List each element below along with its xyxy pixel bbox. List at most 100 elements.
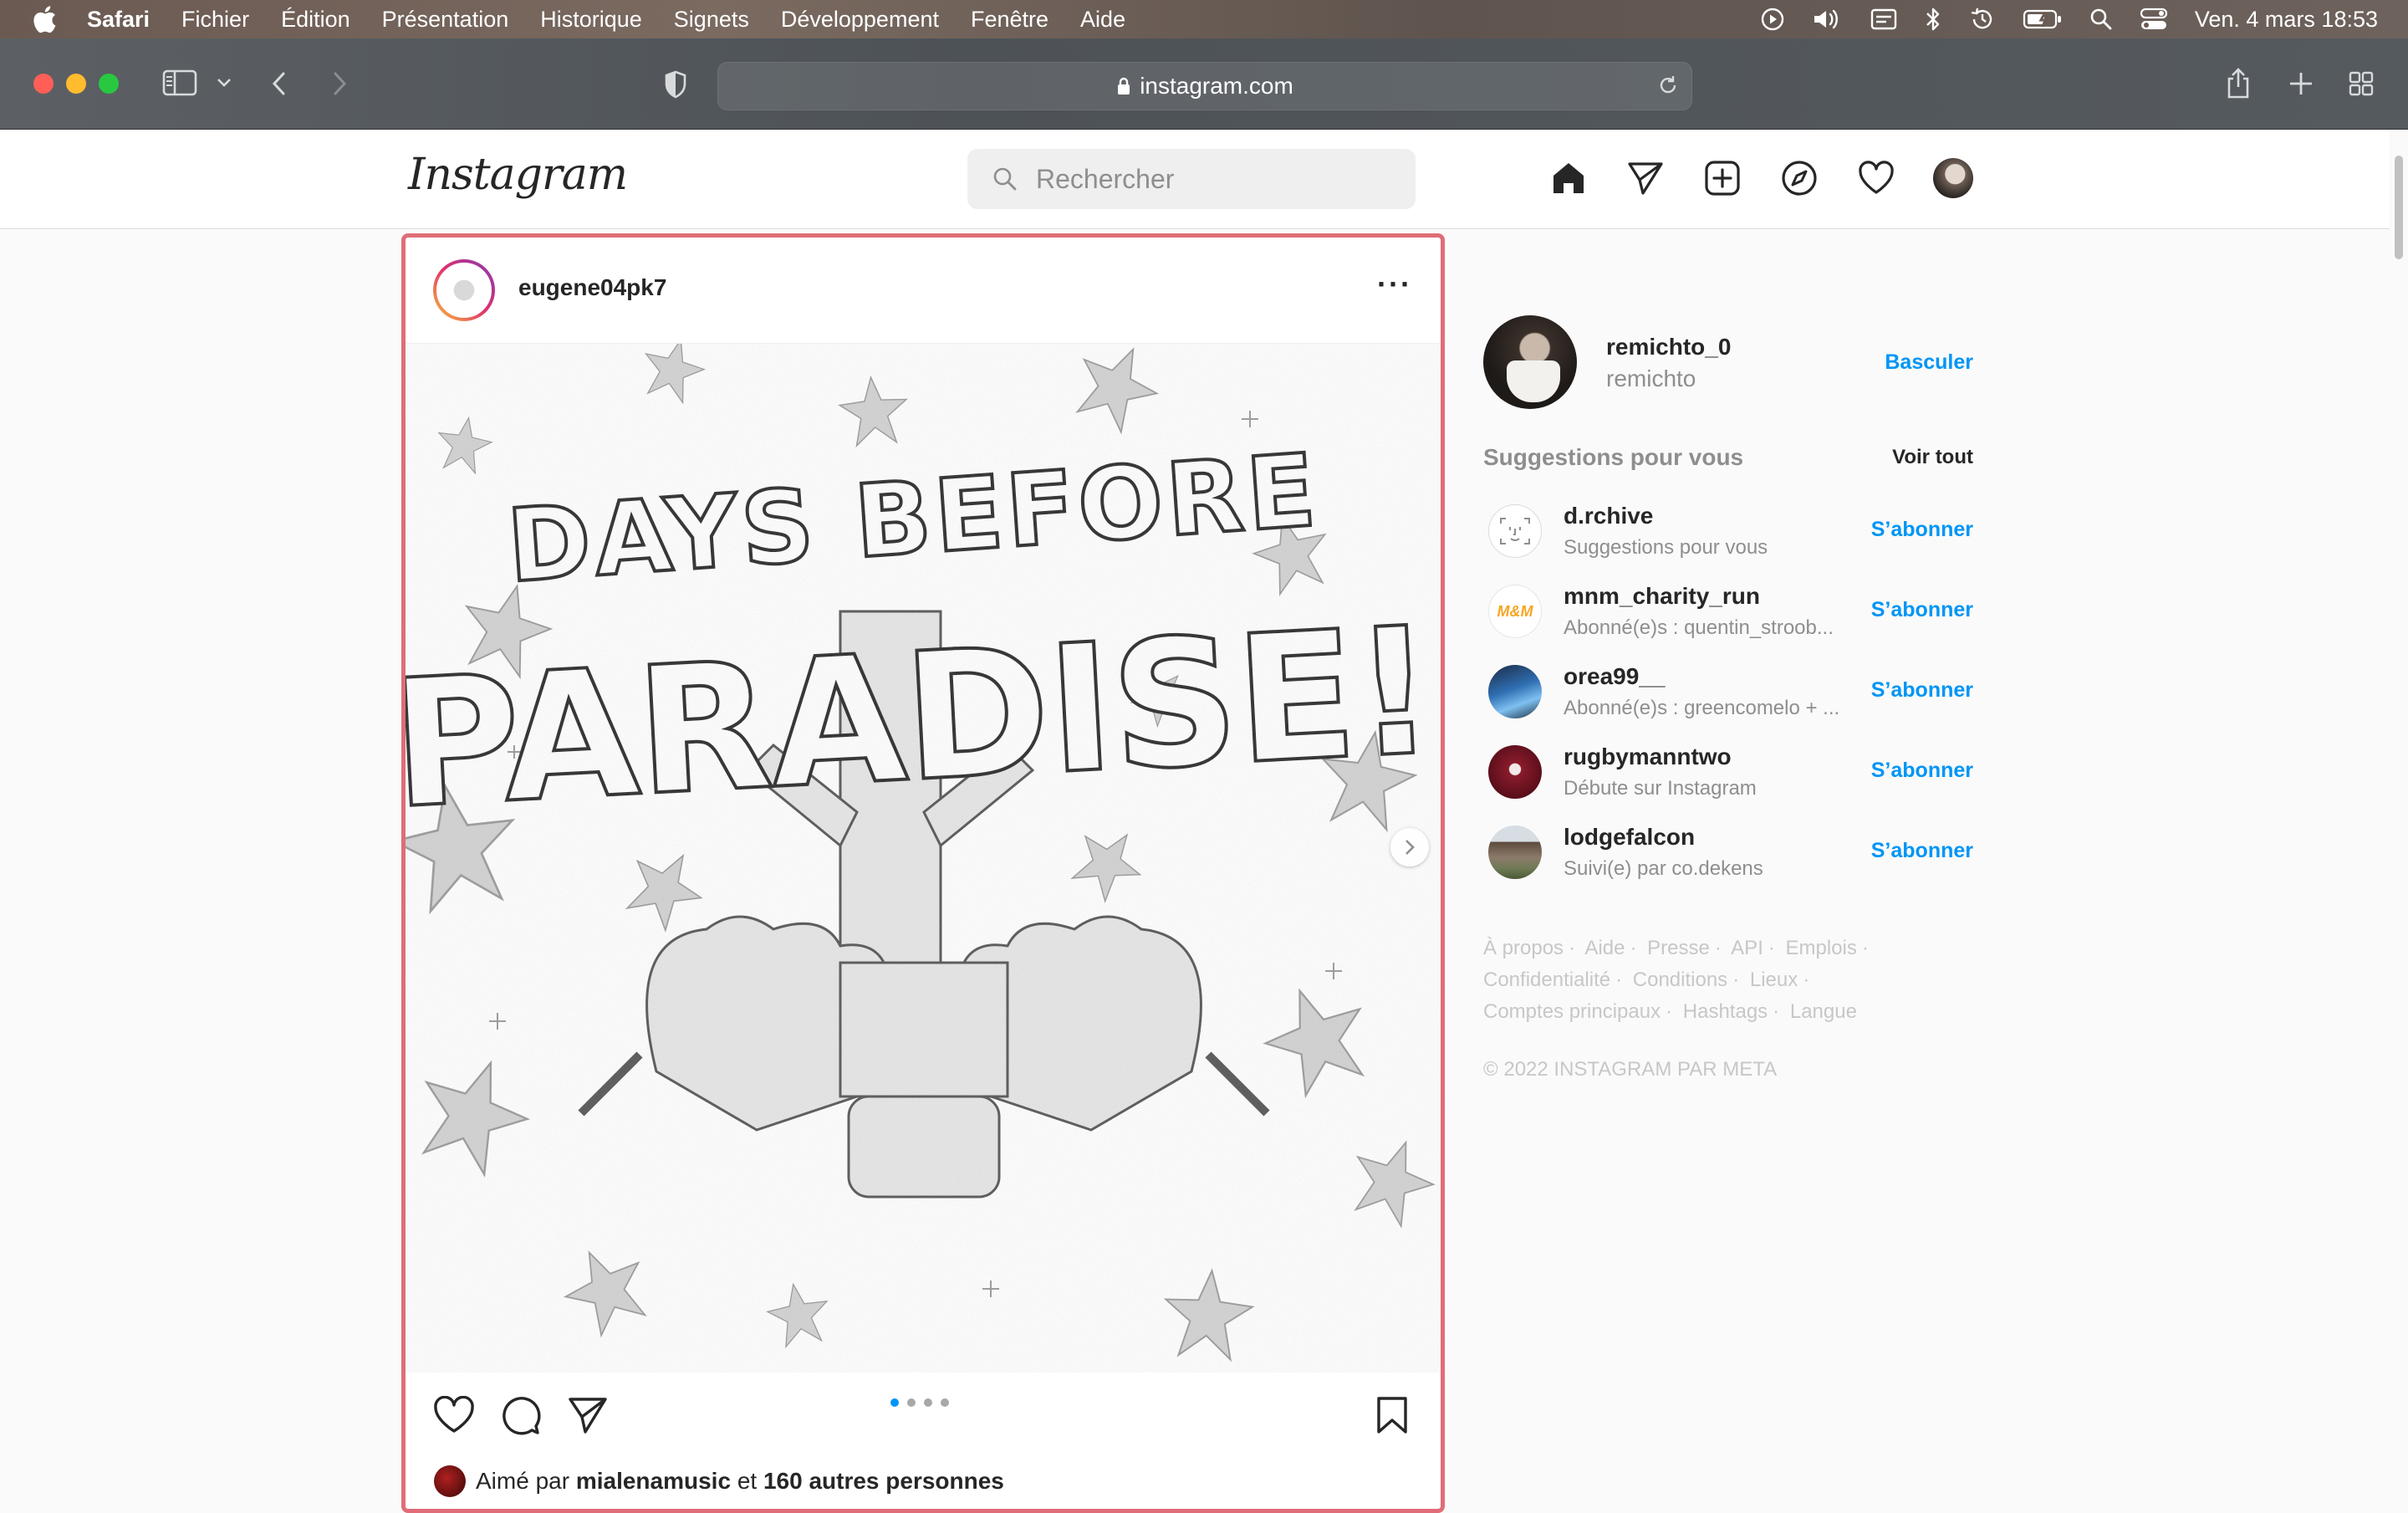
feed-post: eugene04pk7 ··· DAYS BEFORE PARADISE! Ai… bbox=[401, 233, 1445, 1513]
privacy-report-icon[interactable] bbox=[664, 70, 687, 99]
page-scrollbar[interactable] bbox=[2390, 130, 2408, 1505]
apple-menu-icon[interactable] bbox=[32, 5, 57, 33]
keyboard-input-icon[interactable] bbox=[1870, 8, 1897, 31]
new-tab-icon[interactable] bbox=[2288, 70, 2314, 97]
footer-link[interactable]: Presse bbox=[1647, 937, 1710, 959]
control-center-icon[interactable] bbox=[2140, 8, 2168, 31]
back-icon[interactable] bbox=[269, 70, 289, 97]
time-machine-icon[interactable] bbox=[1969, 6, 1996, 33]
suggestion-reason: Abonné(e)s : quentin_stroob... bbox=[1564, 616, 1834, 639]
avatar[interactable] bbox=[1483, 315, 1577, 409]
menu-bar-clock[interactable]: Ven. 4 mars 18:53 bbox=[2195, 7, 2378, 33]
instagram-page: Instagram eugene bbox=[0, 130, 2408, 1513]
footer-link[interactable]: Emplois bbox=[1786, 937, 1857, 959]
address-bar[interactable]: instagram.com bbox=[717, 62, 1692, 110]
battery-icon[interactable] bbox=[2023, 8, 2063, 30]
window-close-button[interactable] bbox=[33, 74, 54, 94]
menu-aide[interactable]: Aide bbox=[1080, 7, 1125, 33]
likes-others[interactable]: 160 autres personnes bbox=[763, 1468, 1004, 1495]
footer-link[interactable]: Conditions bbox=[1633, 969, 1727, 991]
footer-link[interactable]: Comptes principaux bbox=[1483, 1000, 1661, 1023]
follow-button[interactable]: S’abonner bbox=[1871, 518, 1973, 542]
search-input[interactable] bbox=[1034, 162, 1389, 196]
liker-username[interactable]: mialenamusic bbox=[576, 1468, 731, 1495]
window-zoom-button[interactable] bbox=[99, 74, 119, 94]
share-post-icon[interactable] bbox=[564, 1392, 611, 1439]
bluetooth-icon[interactable] bbox=[1924, 6, 1942, 33]
face-id-icon[interactable] bbox=[1488, 504, 1542, 558]
menu-fenetre[interactable]: Fenêtre bbox=[971, 7, 1048, 33]
tab-overview-icon[interactable] bbox=[2348, 70, 2375, 97]
search-box[interactable] bbox=[967, 149, 1416, 209]
list-item: M&M mnm_charity_run Abonné(e)s : quentin… bbox=[1483, 571, 1973, 652]
footer-link[interactable]: Aide bbox=[1584, 937, 1625, 959]
see-all-link[interactable]: Voir tout bbox=[1892, 446, 1973, 469]
footer-link[interactable]: Langue bbox=[1790, 1000, 1857, 1023]
copyright: © 2022 INSTAGRAM PAR META bbox=[1483, 1058, 1778, 1081]
footer-link[interactable]: API bbox=[1731, 937, 1763, 959]
explore-compass-icon[interactable] bbox=[1778, 156, 1821, 200]
volume-icon[interactable] bbox=[1812, 7, 1844, 32]
more-options-icon[interactable]: ··· bbox=[1377, 269, 1412, 299]
current-fullname: remichto bbox=[1606, 365, 1696, 391]
footer-link[interactable]: Lieux bbox=[1750, 969, 1798, 991]
menu-developpement[interactable]: Développement bbox=[781, 7, 939, 33]
carousel-next-button[interactable] bbox=[1390, 828, 1429, 866]
menu-signets[interactable]: Signets bbox=[674, 7, 749, 33]
instagram-logo[interactable]: Instagram bbox=[408, 150, 628, 200]
suggestion-username[interactable]: mnm_charity_run bbox=[1564, 583, 1760, 610]
post-image[interactable]: DAYS BEFORE PARADISE! bbox=[406, 344, 1441, 1372]
avatar[interactable] bbox=[1488, 665, 1542, 718]
chevron-down-icon[interactable] bbox=[216, 77, 232, 89]
avatar bbox=[1933, 158, 1973, 198]
suggestion-reason: Débute sur Instagram bbox=[1564, 777, 1757, 800]
save-bookmark-icon[interactable] bbox=[1369, 1392, 1416, 1439]
menu-fichier[interactable]: Fichier bbox=[181, 7, 249, 33]
spotlight-search-icon[interactable] bbox=[2089, 8, 2113, 31]
comment-icon[interactable] bbox=[497, 1392, 544, 1439]
current-username[interactable]: remichto_0 bbox=[1606, 334, 1731, 360]
avatar[interactable] bbox=[1488, 745, 1542, 799]
suggestion-username[interactable]: orea99__ bbox=[1564, 663, 1665, 690]
new-post-icon[interactable] bbox=[1701, 156, 1744, 200]
home-icon[interactable] bbox=[1547, 156, 1590, 200]
menu-edition[interactable]: Édition bbox=[281, 7, 350, 33]
footer-link[interactable]: Hashtags bbox=[1683, 1000, 1768, 1023]
forward-icon[interactable] bbox=[329, 70, 349, 97]
activity-heart-icon[interactable] bbox=[1854, 156, 1898, 200]
follow-button[interactable]: S’abonner bbox=[1871, 678, 1973, 703]
window-minimize-button[interactable] bbox=[66, 74, 86, 94]
post-artwork: DAYS BEFORE PARADISE! bbox=[406, 344, 1441, 1372]
footer-link[interactable]: Confidentialité bbox=[1483, 969, 1610, 991]
likes-prefix: Aimé par bbox=[476, 1468, 570, 1494]
menu-app-safari[interactable]: Safari bbox=[87, 7, 150, 33]
footer-link[interactable]: À propos bbox=[1483, 937, 1564, 959]
suggestion-username[interactable]: rugbymanntwo bbox=[1564, 744, 1732, 770]
lock-icon bbox=[1118, 77, 1130, 95]
now-playing-icon[interactable] bbox=[1760, 7, 1785, 32]
share-icon[interactable] bbox=[2224, 67, 2252, 100]
profile-avatar[interactable] bbox=[1931, 156, 1975, 200]
menu-historique[interactable]: Historique bbox=[540, 7, 642, 33]
switch-account-button[interactable]: Basculer bbox=[1885, 350, 1973, 375]
reload-icon[interactable] bbox=[1657, 74, 1679, 97]
follow-button[interactable]: S’abonner bbox=[1871, 598, 1973, 622]
scrollbar-thumb[interactable] bbox=[2395, 156, 2403, 259]
direct-messages-icon[interactable] bbox=[1624, 156, 1667, 200]
liker-avatar[interactable] bbox=[434, 1465, 466, 1497]
suggestions-header: Suggestions pour vous Voir tout bbox=[1483, 444, 1973, 478]
post-header: eugene04pk7 ··· bbox=[406, 238, 1441, 344]
mnm-logo[interactable]: M&M bbox=[1488, 585, 1542, 638]
suggestion-username[interactable]: d.rchive bbox=[1564, 503, 1653, 529]
post-author-avatar[interactable] bbox=[433, 259, 495, 321]
sidebar-toggle-icon[interactable] bbox=[162, 69, 197, 97]
likes-summary: Aimé par mialenamusic et 160 autres pers… bbox=[434, 1465, 1004, 1497]
like-heart-icon[interactable] bbox=[431, 1392, 477, 1439]
follow-button[interactable]: S’abonner bbox=[1871, 759, 1973, 783]
avatar[interactable] bbox=[1488, 826, 1542, 879]
header-nav bbox=[1547, 156, 2008, 200]
menu-presentation[interactable]: Présentation bbox=[382, 7, 509, 33]
suggestion-username[interactable]: lodgefalcon bbox=[1564, 824, 1695, 851]
follow-button[interactable]: S’abonner bbox=[1871, 839, 1973, 863]
post-author-username[interactable]: eugene04pk7 bbox=[518, 274, 666, 301]
